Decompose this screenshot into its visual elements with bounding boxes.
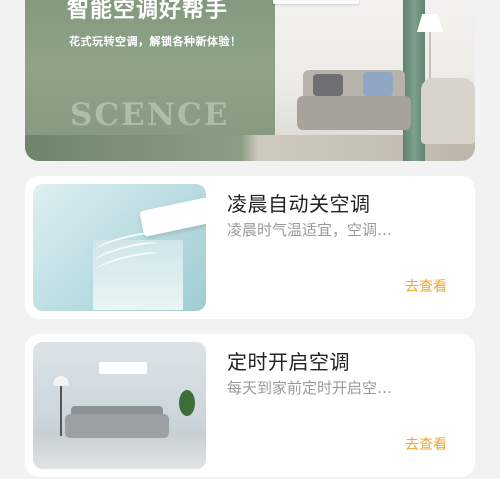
banner-watermark: SCENCE [70,97,230,133]
banner-subtitle: 花式玩转空调，解锁各种新体验！ [69,35,242,48]
scene-card-auto-off[interactable]: 凌晨自动关空调 凌晨时气温适宜，空调… 去查看 [25,176,475,319]
banner-title: 智能空调好帮手 [67,0,229,23]
air-conditioner-icon [99,362,147,374]
scene-thumbnail-air-conditioner [33,184,206,311]
thumbnail-floor [33,433,206,469]
banner-cushion [363,72,393,96]
floor-lamp-icon [53,376,69,386]
scene-title: 定时开启空调 [227,350,350,374]
scene-thumbnail-living-room [33,342,206,469]
view-scene-link[interactable]: 去查看 [405,276,447,296]
plant-icon [179,390,195,416]
scene-card-scheduled-on[interactable]: 定时开启空调 每天到家前定时开启空… 去查看 [25,334,475,477]
hero-banner[interactable]: 智能空调好帮手 花式玩转空调，解锁各种新体验！ SCENCE [25,0,475,161]
banner-air-conditioner-image [273,0,359,4]
banner-sofa-image [297,96,411,130]
scene-title: 凌晨自动关空调 [227,192,371,216]
banner-armchair-image [421,78,475,144]
air-conditioner-icon [139,197,206,237]
scene-description: 每天到家前定时开启空… [227,379,393,397]
view-scene-link[interactable]: 去查看 [405,434,447,454]
floor-lamp-pole [60,386,62,436]
banner-cushion [313,74,343,96]
scene-description: 凌晨时气温适宜，空调… [227,221,393,239]
sofa-icon [65,414,169,438]
